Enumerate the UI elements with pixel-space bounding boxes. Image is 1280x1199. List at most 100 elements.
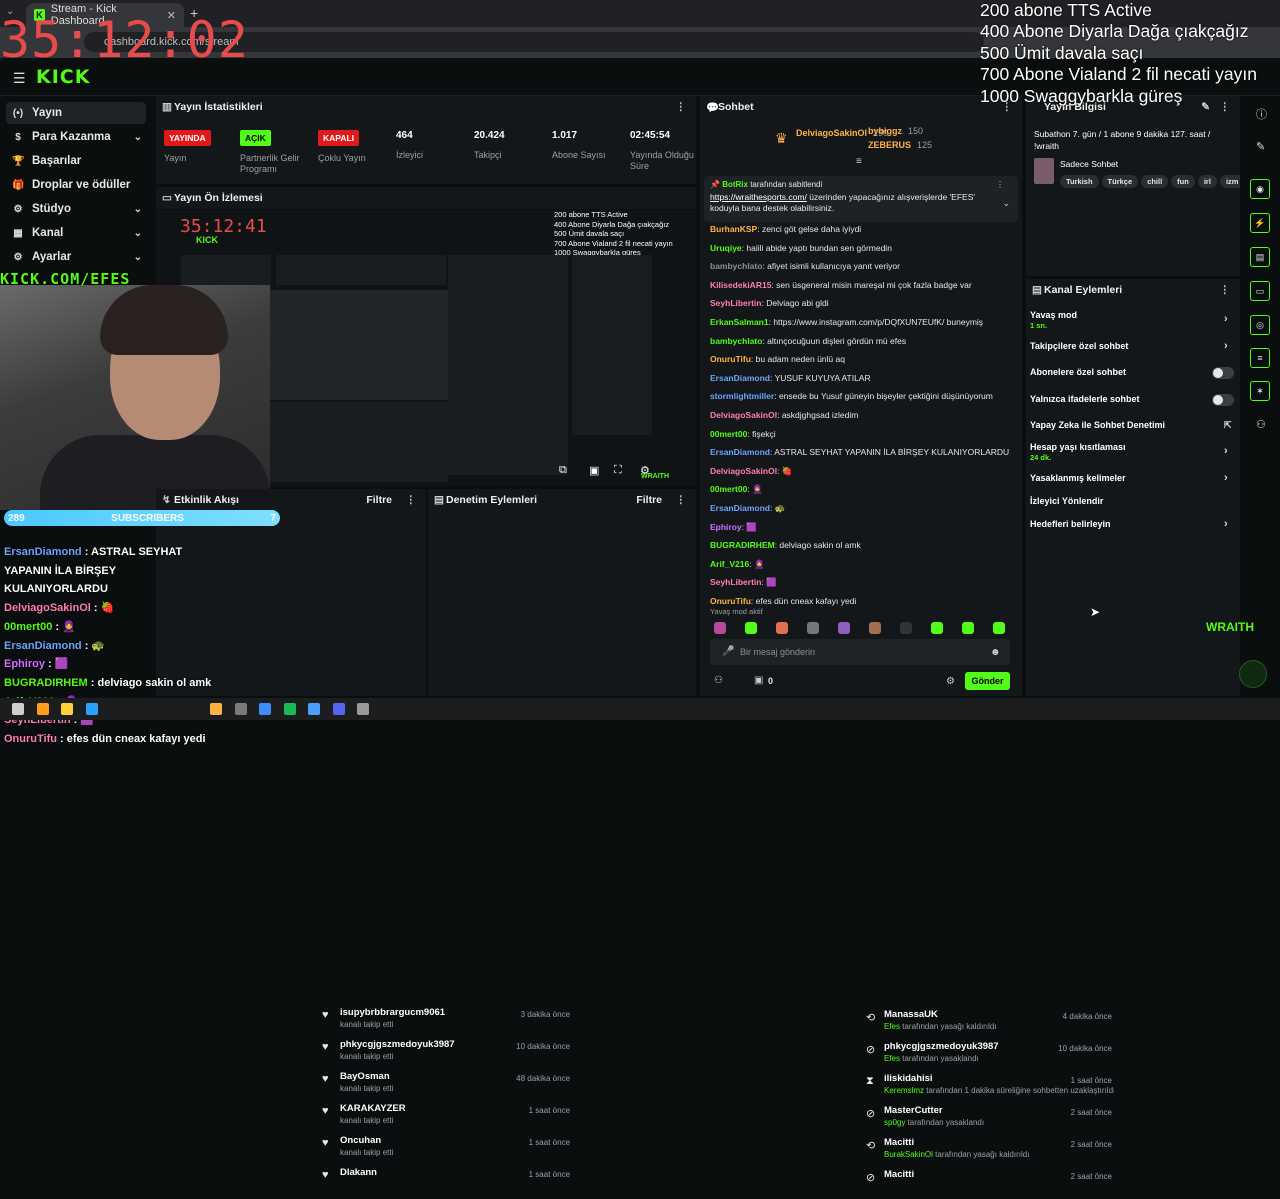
moderation-actor[interactable]: Keremslmz <box>884 1086 924 1095</box>
actions-more-icon[interactable]: ⋮ <box>1220 284 1231 296</box>
taskbar-app-icon[interactable] <box>12 703 24 715</box>
rail-document-icon[interactable]: ▤ <box>1250 247 1270 267</box>
points-icon[interactable]: ⚇ <box>714 675 723 686</box>
chat-username[interactable]: bambychlato <box>710 336 762 346</box>
chat-message[interactable]: OnuruTifu: efes dün cneax kafayı yedi <box>710 596 1016 607</box>
rail-tool-icon[interactable]: ✶ <box>1250 381 1270 401</box>
rail-chat-icon[interactable]: ▭ <box>1250 281 1270 301</box>
sidebar-item-4[interactable]: ⚙ Stüdyo ⌄ <box>6 198 146 220</box>
chat-message[interactable]: BUGRADIRHEM: delviago sakin ol amk <box>710 540 1016 551</box>
chat-message[interactable]: bambychlato: altınçocuğuun dişleri gördü… <box>710 336 1016 347</box>
rail-broadcast-icon[interactable]: ◎ <box>1250 315 1270 335</box>
taskbar-app-icon[interactable] <box>210 703 222 715</box>
moderation-actor[interactable]: Efes <box>884 1022 900 1031</box>
chat-username[interactable]: OnuruTifu <box>710 354 751 364</box>
activity-more-icon[interactable]: ⋮ <box>406 494 417 506</box>
channel-action-item[interactable]: Abonelere özel sohbet <box>1030 367 1240 387</box>
sidebar-item-5[interactable]: ▦ Kanal ⌄ <box>6 222 146 244</box>
toggle-switch[interactable] <box>1212 367 1234 379</box>
taskbar-app-icon[interactable] <box>283 703 296 715</box>
chat-message[interactable]: ErsanDiamond: YUSUF KUYUYA ATILAR <box>710 373 1016 384</box>
stream-tag[interactable]: Türkçe <box>1101 175 1139 188</box>
moderation-filter[interactable]: Filtre <box>636 494 662 506</box>
chat-input[interactable]: Bir mesaj gönderin <box>710 639 1010 665</box>
moderation-row[interactable]: ⟲ Macitti BurakSakinOl tarafından yasağı k… <box>856 1135 1124 1167</box>
sidebar-item-0[interactable]: (•) Yayın <box>6 102 146 124</box>
top-gifter[interactable]: bybiggz 150 <box>868 126 923 136</box>
unpin-icon[interactable]: ⋮ <box>996 180 1004 189</box>
stream-tag[interactable]: Turkish <box>1060 175 1099 188</box>
event-row[interactable]: ♥ BayOsman kanalı takip etti 48 dakika önce <box>312 1069 582 1101</box>
chat-message[interactable]: SeyhLibertin: Delviago abi gldi <box>710 298 1016 309</box>
emote-icon[interactable] <box>869 622 881 634</box>
chat-username[interactable]: Arif_V216 <box>710 559 749 569</box>
emote-icon[interactable] <box>745 622 757 634</box>
chat-username[interactable]: ErsanDiamond <box>710 503 770 513</box>
chat-username[interactable]: OnuruTifu <box>710 596 751 606</box>
moderation-user[interactable]: iliskidahisi <box>884 1073 933 1084</box>
event-user[interactable]: phkycgjgszmedoyuk3987 <box>340 1039 455 1050</box>
preview-volume-icon[interactable]: ⧉ <box>559 464 567 477</box>
chat-username[interactable]: BUGRADIRHEM <box>710 540 775 550</box>
top-gifter[interactable]: ZEBERUS 125 <box>868 140 932 150</box>
chat-username[interactable]: ErsanDiamond <box>710 373 770 383</box>
mic-icon[interactable]: 🎤 <box>722 646 734 657</box>
sidebar-item-3[interactable]: 🎁 Droplar ve ödüller <box>6 174 146 196</box>
sidebar-item-1[interactable]: $ Para Kazanma ⌄ <box>6 126 146 148</box>
preview-settings-icon[interactable]: ⚙ <box>640 464 650 477</box>
moderation-user[interactable]: Macitti <box>884 1137 914 1148</box>
chat-username[interactable]: DelviagoSakinOl <box>710 410 777 420</box>
taskbar-app-icon[interactable] <box>61 703 73 715</box>
pencil-icon[interactable]: ✎ <box>1256 140 1265 153</box>
emote-icon[interactable] <box>993 622 1005 634</box>
moderation-user[interactable]: MasterCutter <box>884 1105 943 1116</box>
chat-username[interactable]: SeyhLibertin <box>710 577 761 587</box>
moderation-row[interactable]: ⊘ Macitti 2 saat önce <box>856 1167 1124 1199</box>
rail-lightning-icon[interactable]: ⚡ <box>1250 213 1270 233</box>
channel-action-item[interactable]: Yalnızca ifadelerle sohbet <box>1030 394 1240 414</box>
info-icon[interactable]: ⓘ <box>1256 106 1267 122</box>
taskbar-app-icon[interactable] <box>357 703 369 715</box>
taskbar-app-icon[interactable] <box>259 703 271 715</box>
moderation-user[interactable]: ManassaUK <box>884 1009 938 1020</box>
chat-message[interactable]: 00mert00: 🧕 <box>710 484 1016 495</box>
emote-icon[interactable] <box>931 622 943 634</box>
chat-message[interactable]: stormlightmiller: ensede bu Yusuf güneyi… <box>710 391 1016 402</box>
chat-username[interactable]: BurhanKSP <box>710 224 757 234</box>
event-row[interactable]: ♥ Oncuhan kanalı takip etti 1 saat önce <box>312 1133 582 1165</box>
chat-settings-icon[interactable]: ⚙ <box>946 676 955 687</box>
stream-tag[interactable]: irl <box>1197 175 1217 188</box>
moderation-row[interactable]: ⊘ phkycgjgszmedoyuk3987 Efes tarafından ya… <box>856 1039 1124 1071</box>
rail-camera-icon[interactable]: ◉ <box>1250 179 1270 199</box>
moderation-actor[interactable]: sp0gy <box>884 1118 905 1127</box>
chat-message[interactable]: bambychlato: afiyet isimli kullanıcıya y… <box>710 261 1016 272</box>
event-user[interactable]: Dlakann <box>340 1167 377 1178</box>
collapse-icon[interactable]: ≡ <box>856 156 862 167</box>
chat-username[interactable]: KilisedekiAR15 <box>710 280 771 290</box>
taskbar-app-icon[interactable] <box>308 703 320 715</box>
chat-message[interactable]: Arif_V216: 🧕 <box>710 559 1016 570</box>
chat-username[interactable]: Uruqiye <box>710 243 742 253</box>
kick-logo[interactable]: KICK <box>36 66 90 88</box>
chat-message[interactable]: DelviagoSakinOl: askdjghgsad izledim <box>710 410 1016 421</box>
activity-filter[interactable]: Filtre <box>366 494 392 506</box>
sidebar-item-6[interactable]: ⚙ Ayarlar ⌄ <box>6 246 146 268</box>
stream-tag[interactable]: fun <box>1171 175 1195 188</box>
emote-icon[interactable] <box>962 622 974 634</box>
chat-username[interactable]: bambychlato <box>710 261 762 271</box>
emote-icon[interactable] <box>838 622 850 634</box>
send-button[interactable]: Gönder <box>965 672 1010 690</box>
rail-people-icon[interactable]: ⚇ <box>1256 418 1266 431</box>
gift-icon[interactable]: ▣ <box>754 675 763 686</box>
chat-username[interactable]: DelviagoSakinOl <box>710 466 777 476</box>
rail-list-icon[interactable]: ≡ <box>1250 348 1270 368</box>
moderation-row[interactable]: ⧗ iliskidahisi Keremslmz tarafından 1 daki… <box>856 1071 1124 1103</box>
taskbar-app-icon[interactable] <box>36 703 49 715</box>
event-row[interactable]: ♥ isupybrbbrargucm9061 kanalı takip etti 3 … <box>312 1005 582 1037</box>
chat-username[interactable]: ErkanSalman1 <box>710 317 769 327</box>
moderation-user[interactable]: Macitti <box>884 1169 914 1180</box>
channel-action-item[interactable]: Yapay Zeka ile Sohbet Denetimi ⇱ <box>1030 420 1240 440</box>
chat-message[interactable]: BurhanKSP: zenci göt gelse daha iyiydi <box>710 224 1016 235</box>
chat-message[interactable]: OnuruTifu: bu adam neden ünlü aq <box>710 354 1016 365</box>
stats-more-icon[interactable]: ⋮ <box>676 101 687 113</box>
